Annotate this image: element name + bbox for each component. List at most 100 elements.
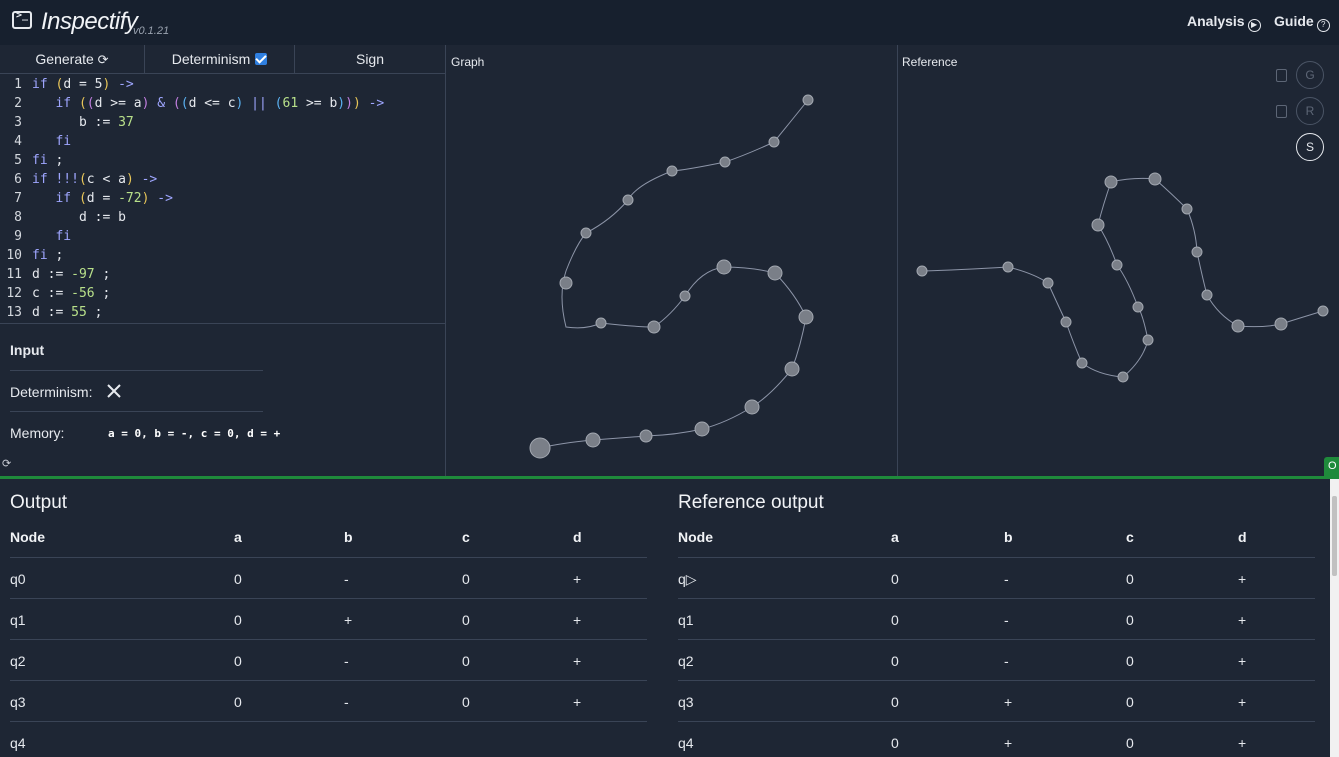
refresh-icon: ⟳ — [97, 52, 109, 67]
code-line: 4 fi — [14, 134, 72, 149]
table-cell: q0 — [10, 571, 26, 587]
table-cell: + — [1004, 694, 1013, 710]
x-icon — [107, 384, 121, 398]
table-cell: 0 — [1126, 694, 1134, 710]
table-cell: - — [344, 694, 349, 710]
scrollbar-thumb[interactable] — [1332, 496, 1337, 576]
graph-r-button[interactable]: R — [1296, 97, 1324, 125]
output-title: Output — [10, 492, 68, 513]
reference-output-title: Reference output — [678, 492, 824, 513]
code-line: 8 d := b — [14, 210, 126, 225]
table-cell: q4 — [678, 735, 694, 751]
table-cell: 0 — [462, 612, 470, 628]
table-cell: 0 — [1126, 571, 1134, 587]
code-line: 2 if ((d >= a) & ((d <= c) || (61 >= b))… — [14, 96, 385, 111]
table-cell: q2 — [678, 653, 694, 669]
row-divider — [10, 680, 647, 681]
nav-guide[interactable]: Guide? — [1274, 13, 1330, 32]
tab-sign[interactable]: Sign — [295, 45, 445, 74]
table-cell: q1 — [10, 612, 26, 628]
code-line: 5 fi ; — [14, 153, 64, 168]
table-cell: q▷ — [678, 571, 697, 587]
copy-icon[interactable] — [1276, 105, 1287, 118]
table-cell: 0 — [1126, 612, 1134, 628]
column-header: b — [344, 529, 353, 545]
table-cell: - — [1004, 653, 1009, 669]
column-header: c — [1126, 529, 1134, 545]
code-line: 3 b := 37 — [14, 115, 134, 130]
generate-button[interactable]: Generate ⟳ — [0, 45, 145, 74]
refresh-icon[interactable]: ⟳ — [2, 457, 11, 470]
table-cell: 0 — [891, 612, 899, 628]
status-badge[interactable]: O — [1324, 457, 1339, 476]
graph-g-button[interactable]: G — [1296, 61, 1324, 89]
determinism-checkbox[interactable] — [255, 53, 268, 65]
table-cell: q3 — [10, 694, 26, 710]
table-cell: 0 — [891, 694, 899, 710]
reference-panel[interactable]: Reference G R S — [898, 45, 1339, 476]
table-cell: q3 — [678, 694, 694, 710]
table-cell: 0 — [234, 571, 242, 587]
row-divider — [678, 680, 1315, 681]
table-cell: - — [344, 653, 349, 669]
code-line: 9 fi — [14, 229, 72, 244]
table-cell: - — [1004, 571, 1009, 587]
column-header: Node — [10, 529, 45, 545]
table-cell: 0 — [891, 653, 899, 669]
reference-graph-canvas[interactable] — [898, 45, 1339, 476]
table-cell: 0 — [1126, 735, 1134, 751]
divider — [10, 411, 263, 412]
table-cell: + — [1238, 735, 1247, 751]
editor-panel: Generate ⟳ Determinism Sign 1 if (d = 5) … — [0, 45, 446, 476]
table-cell: + — [1238, 653, 1247, 669]
table-cell: - — [1004, 612, 1009, 628]
table-cell: 0 — [891, 571, 899, 587]
nav-analysis[interactable]: Analysis ▶ — [1187, 13, 1261, 32]
table-cell: 0 — [891, 735, 899, 751]
table-cell: + — [573, 612, 582, 628]
column-header: a — [891, 529, 899, 545]
table-cell: 0 — [462, 653, 470, 669]
table-cell: + — [1238, 571, 1247, 587]
row-divider — [678, 721, 1315, 722]
row-divider — [10, 639, 647, 640]
tab-bar: Generate ⟳ Determinism Sign — [0, 45, 446, 74]
row-divider — [678, 598, 1315, 599]
memory-label: Memory: — [10, 425, 65, 441]
table-cell: + — [573, 694, 582, 710]
table-cell: + — [573, 653, 582, 669]
question-circle-icon: ? — [1316, 19, 1330, 32]
row-divider — [678, 557, 1315, 558]
determinism-label: Determinism: — [10, 384, 93, 400]
copy-icon[interactable] — [1276, 69, 1287, 82]
table-cell: + — [1238, 612, 1247, 628]
terminal-icon: >_ — [12, 10, 32, 29]
graph-panel[interactable]: Graph — [446, 45, 898, 476]
memory-value: a = 0, b = -, c = 0, d = + — [108, 427, 281, 440]
row-divider — [10, 557, 647, 558]
table-cell: 0 — [1126, 653, 1134, 669]
code-editor[interactable]: 1 if (d = 5) -> 2 if ((d >= a) & ((d <= c… — [0, 75, 445, 324]
top-bar: >_ Inspectify v0.1.21 Analysis ▶ Guide? — [0, 0, 1339, 45]
table-cell: - — [344, 571, 349, 587]
column-header: c — [462, 529, 470, 545]
column-header: a — [234, 529, 242, 545]
divider — [10, 370, 263, 371]
table-cell: + — [1004, 735, 1013, 751]
code-line: 10 fi ; — [6, 248, 64, 263]
code-line: 1 if (d = 5) -> — [14, 77, 134, 92]
graph-s-button[interactable]: S — [1296, 133, 1324, 161]
table-cell: 0 — [462, 694, 470, 710]
column-header: Node — [678, 529, 713, 545]
code-line: 11 d := -97 ; — [6, 267, 111, 282]
code-line: 12 c := -56 ; — [6, 286, 111, 301]
graph-canvas[interactable] — [446, 45, 897, 476]
row-divider — [678, 639, 1315, 640]
tab-determinism[interactable]: Determinism — [145, 45, 295, 74]
table-cell: 0 — [234, 694, 242, 710]
table-cell: + — [573, 571, 582, 587]
table-cell: 0 — [234, 612, 242, 628]
table-cell: q1 — [678, 612, 694, 628]
output-section: Output Node a b c d q0 0 - 0 + q1 0 + 0 … — [0, 479, 660, 757]
app-title: Inspectify — [41, 8, 138, 35]
